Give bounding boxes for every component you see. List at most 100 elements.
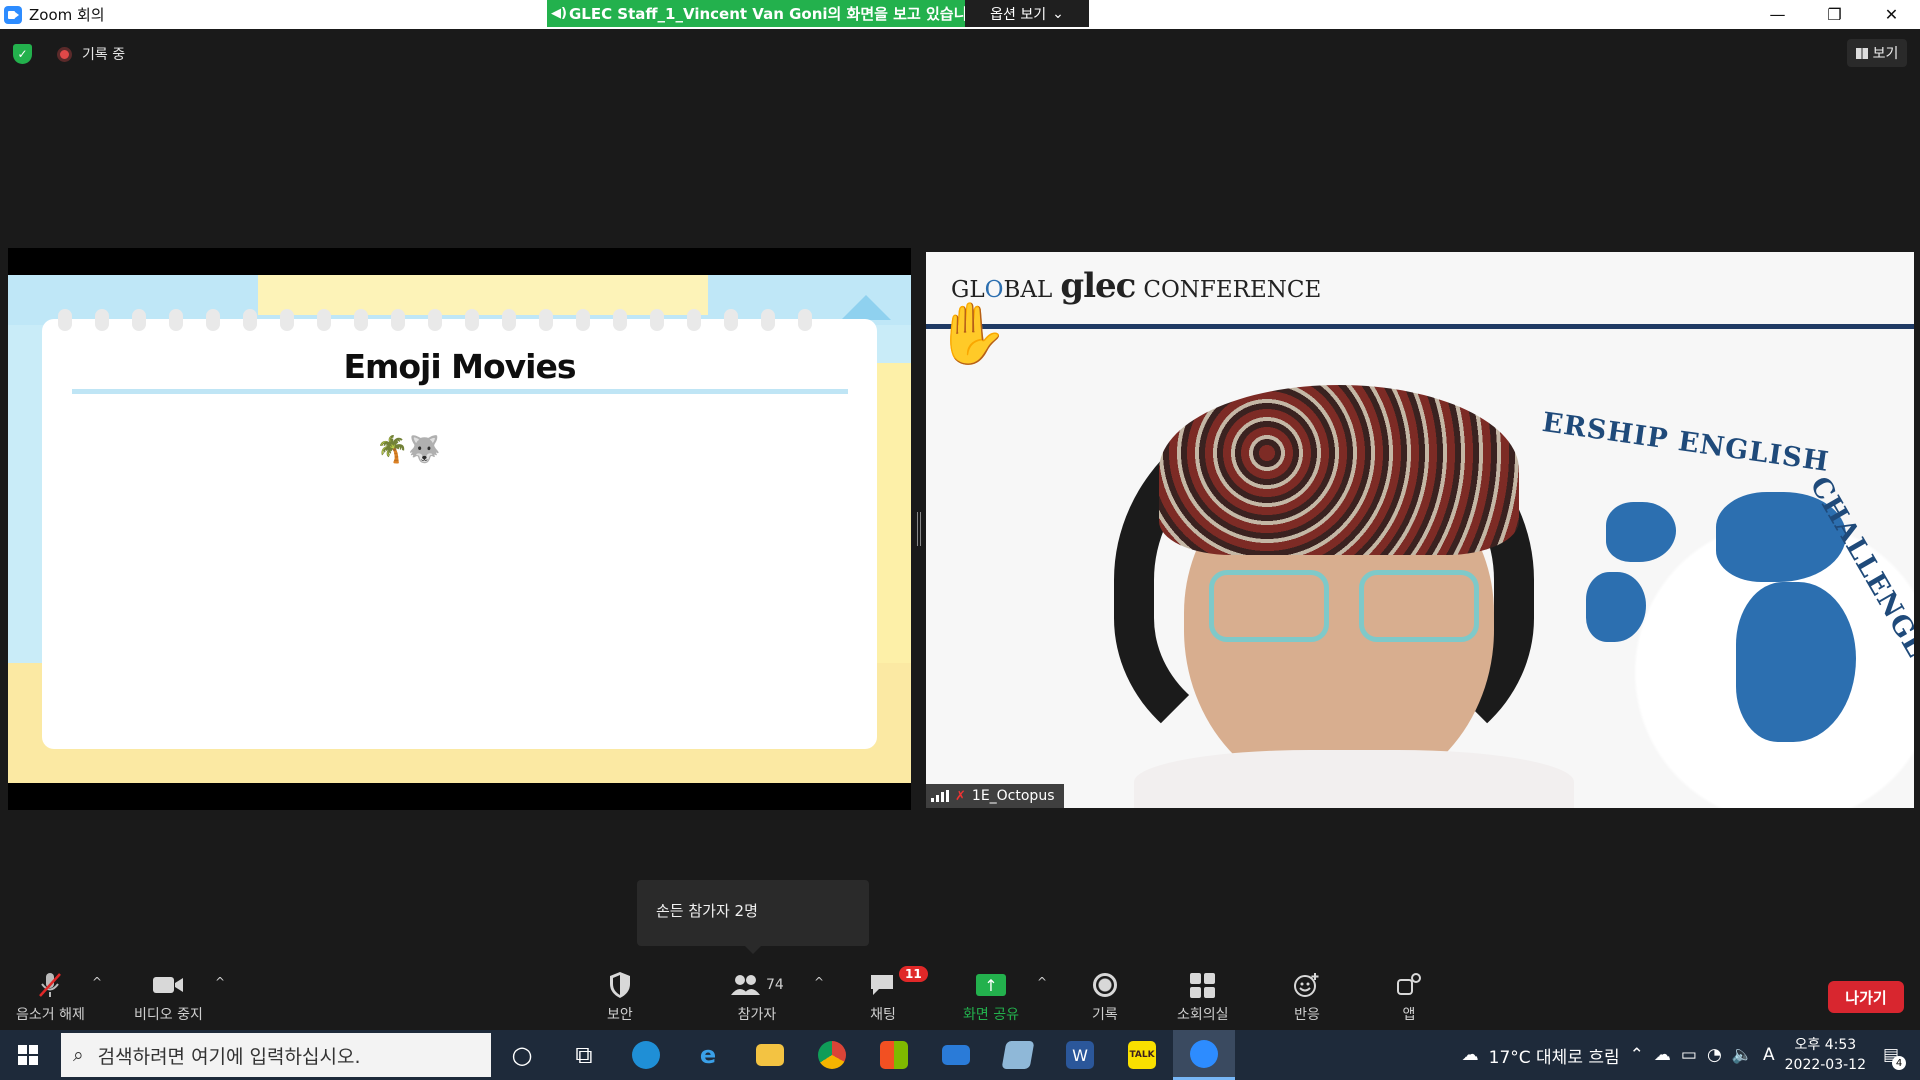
- encryption-shield-icon[interactable]: ✓: [13, 44, 32, 64]
- zoom-taskbar-icon[interactable]: [1173, 1030, 1235, 1080]
- security-button[interactable]: 보안: [607, 970, 633, 1024]
- record-button[interactable]: 기록: [1092, 970, 1118, 1024]
- conference-banner-bal: BAL: [1003, 277, 1053, 303]
- apps-label: 앱: [1402, 1007, 1416, 1023]
- shared-slide: Emoji Movies 🌴🐺: [8, 275, 911, 783]
- weather-cloud-icon[interactable]: ☁: [1462, 1045, 1479, 1065]
- participants-options-caret[interactable]: ^: [814, 975, 824, 989]
- viewing-share-banner: ◀) GLEC Staff_1_Vincent Van Goni의 화면을 보고…: [547, 0, 965, 27]
- slide-title: Emoji Movies: [343, 347, 576, 386]
- unmute-label: 음소거 해제: [16, 1007, 85, 1023]
- slide-title-rule: [72, 389, 848, 394]
- conference-brand: glec: [1060, 266, 1136, 306]
- participants-button[interactable]: 74 참가자: [730, 970, 784, 1024]
- video-options-caret[interactable]: ^: [215, 975, 225, 989]
- participants-label: 참가자: [737, 1007, 777, 1023]
- participant-person: [1114, 330, 1574, 808]
- word-icon[interactable]: W: [1049, 1030, 1111, 1080]
- breakout-rooms-label: 소회의실: [1177, 1007, 1229, 1023]
- reactions-button[interactable]: 반응: [1293, 970, 1321, 1024]
- continent-shape: [1606, 502, 1676, 562]
- signal-strength-icon: [931, 790, 949, 802]
- stop-video-button[interactable]: 비디오 중지: [134, 970, 203, 1024]
- participant-name: 1E_Octopus: [971, 788, 1055, 804]
- view-options-button[interactable]: 옵션 보기 ⌄: [965, 0, 1089, 27]
- glasses-graphic: [1209, 570, 1489, 650]
- view-layout-button[interactable]: 보기: [1847, 39, 1907, 67]
- close-button[interactable]: ✕: [1863, 0, 1920, 29]
- kakaotalk-icon[interactable]: TALK: [1111, 1030, 1173, 1080]
- volume-icon[interactable]: 🔈: [1732, 1045, 1753, 1065]
- view-options-label: 옵션 보기: [990, 6, 1047, 23]
- show-hidden-icons-chevron-icon[interactable]: ⌃: [1630, 1045, 1644, 1065]
- clock-time: 오후 4:53: [1794, 1037, 1857, 1053]
- ime-indicator[interactable]: A: [1763, 1045, 1775, 1065]
- emoji-clue: 🌴🐺: [376, 435, 441, 465]
- apps-icon: [1396, 970, 1422, 1000]
- edge-browser-icon[interactable]: [615, 1030, 677, 1080]
- share-screen-label: 화면 공유: [963, 1007, 1019, 1023]
- mic-off-icon: [37, 970, 63, 1000]
- shield-icon: [608, 970, 632, 1000]
- share-screen-button[interactable]: ↑ 화면 공유: [963, 970, 1019, 1024]
- mic-muted-icon: ✗: [955, 788, 966, 804]
- mail-icon[interactable]: [925, 1030, 987, 1080]
- chat-label: 채팅: [870, 1007, 896, 1023]
- smiley-plus-icon: [1293, 970, 1321, 1000]
- wifi-icon[interactable]: ◔: [1707, 1045, 1722, 1065]
- participants-count: 74: [766, 977, 784, 993]
- task-view-icon[interactable]: ⧉: [553, 1030, 615, 1080]
- windows-taskbar: ⌕ 검색하려면 여기에 입력하십시오. ○ ⧉ e W TALK ☁ 17°C …: [0, 1030, 1920, 1080]
- file-explorer-icon[interactable]: [739, 1030, 801, 1080]
- chat-button[interactable]: 11 채팅: [869, 966, 928, 1024]
- record-icon: [1092, 973, 1117, 997]
- raised-hands-text: 손든 참가자 2명: [656, 902, 758, 920]
- notes-app-icon[interactable]: [987, 1030, 1049, 1080]
- internet-explorer-icon[interactable]: e: [677, 1030, 739, 1080]
- world-globe-graphic: [1566, 452, 1914, 808]
- arc-text-leadership: ERSHIP ENGLISH: [1540, 407, 1832, 478]
- participant-video-tile[interactable]: GLOBAL glec CONFERENCE ERSHIP ENGLISH CH…: [926, 252, 1914, 808]
- participant-name-tag: ✗ 1E_Octopus: [926, 784, 1064, 808]
- unmute-button[interactable]: 음소거 해제: [16, 970, 85, 1024]
- start-button[interactable]: [0, 1030, 56, 1080]
- weather-text[interactable]: 17°C 대체로 흐림: [1489, 1043, 1620, 1068]
- conference-word: CONFERENCE: [1143, 277, 1322, 303]
- breakout-rooms-button[interactable]: 소회의실: [1177, 970, 1229, 1024]
- cortana-icon[interactable]: ○: [491, 1030, 553, 1080]
- raised-hands-popup[interactable]: 손든 참가자 2명: [637, 880, 869, 954]
- chevron-down-icon: ⌄: [1052, 5, 1064, 22]
- breakout-rooms-icon: [1190, 972, 1216, 998]
- audio-options-caret[interactable]: ^: [92, 975, 102, 989]
- notification-count: 4: [1892, 1056, 1906, 1070]
- apps-button[interactable]: 앱: [1396, 970, 1422, 1024]
- view-layout-label: 보기: [1872, 46, 1899, 62]
- video-camera-icon: [152, 970, 184, 1000]
- battery-icon[interactable]: ▭: [1681, 1045, 1697, 1065]
- clock-date: 2022-03-12: [1784, 1057, 1866, 1073]
- leave-meeting-button[interactable]: 나가기: [1828, 981, 1904, 1013]
- taskbar-search-box[interactable]: ⌕ 검색하려면 여기에 입력하십시오.: [61, 1033, 491, 1077]
- raised-hand-icon: ✋: [934, 299, 1009, 369]
- window-controls: — ❐ ✕: [1749, 0, 1920, 29]
- split-resize-handle[interactable]: [917, 512, 921, 546]
- onedrive-cloud-icon[interactable]: ☁: [1654, 1045, 1671, 1065]
- recording-label: 기록 중: [82, 47, 126, 63]
- chat-unread-badge: 11: [899, 966, 928, 982]
- taskbar-clock[interactable]: 오후 4:53 2022-03-12: [1785, 1035, 1866, 1075]
- taskbar-search-placeholder: 검색하려면 여기에 입력하십시오.: [97, 1045, 361, 1068]
- participants-icon: 74: [730, 970, 784, 1000]
- chrome-icon[interactable]: [801, 1030, 863, 1080]
- restore-button[interactable]: ❐: [1806, 0, 1863, 29]
- shirt-graphic: [1134, 750, 1574, 808]
- chat-bubble-icon: [869, 970, 897, 1000]
- zoom-logo-icon: [4, 5, 22, 24]
- reactions-label: 반응: [1294, 1007, 1320, 1023]
- minimize-button[interactable]: —: [1749, 0, 1806, 29]
- share-options-caret[interactable]: ^: [1037, 975, 1047, 989]
- search-icon: ⌕: [73, 1044, 84, 1066]
- action-center-button[interactable]: ▤ 4: [1876, 1040, 1906, 1070]
- banner-rule: [926, 324, 1914, 329]
- ms-store-icon[interactable]: [863, 1030, 925, 1080]
- bandana-graphic: [1159, 385, 1519, 555]
